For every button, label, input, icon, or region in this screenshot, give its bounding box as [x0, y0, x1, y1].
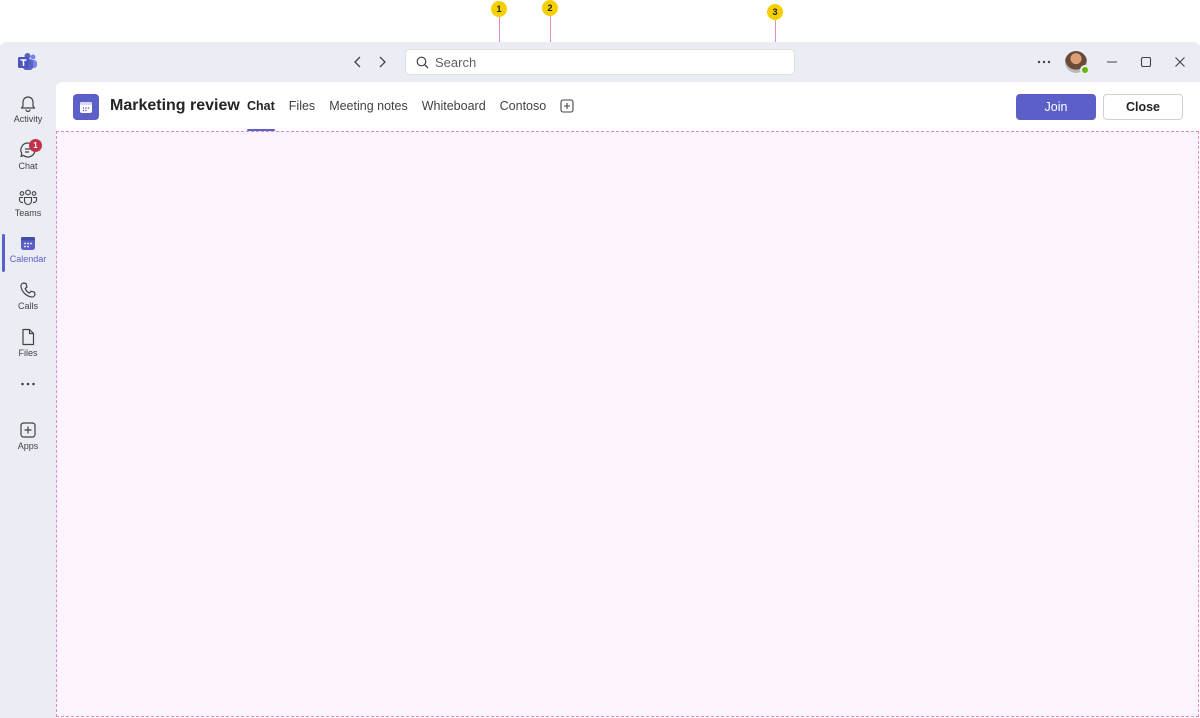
main-pane: Marketing review Chat Files Meeting note… — [56, 82, 1200, 718]
file-icon — [22, 328, 35, 346]
nav-arrows — [348, 52, 392, 72]
rail-label: Teams — [14, 208, 42, 218]
tab-chat[interactable]: Chat — [247, 82, 275, 131]
meeting-header: Marketing review Chat Files Meeting note… — [56, 82, 1200, 131]
rail-label: Chat — [18, 161, 38, 171]
chevron-right-icon — [379, 56, 386, 68]
back-button[interactable] — [348, 52, 368, 72]
teams-icon — [18, 189, 38, 206]
join-button[interactable]: Join — [1016, 94, 1096, 120]
more-horizontal-icon — [1037, 60, 1051, 64]
meeting-icon — [73, 94, 99, 120]
calendar-icon — [80, 102, 92, 113]
calendar-icon — [21, 237, 35, 250]
rail-item-calls[interactable]: Calls — [0, 277, 56, 323]
tab-whiteboard[interactable]: Whiteboard — [422, 82, 486, 130]
close-window-button[interactable] — [1163, 42, 1197, 82]
minimize-button[interactable] — [1095, 42, 1129, 82]
chevron-left-icon — [354, 56, 361, 68]
close-button[interactable]: Close — [1103, 94, 1183, 120]
rail-label: Calendar — [9, 254, 47, 264]
rail-item-files[interactable]: Files — [0, 324, 56, 370]
minimize-icon — [1107, 61, 1117, 63]
callout-badge-1: 1 — [491, 1, 507, 17]
rail-label: Activity — [13, 114, 43, 124]
add-apps-icon — [20, 422, 36, 438]
search-input[interactable] — [435, 54, 775, 70]
maximize-icon — [1140, 56, 1152, 68]
unread-badge: 1 — [29, 139, 42, 152]
meeting-title: Marketing review — [110, 97, 240, 114]
more-horizontal-icon — [21, 382, 35, 386]
tab-meeting-notes[interactable]: Meeting notes — [329, 82, 408, 130]
close-icon — [1175, 57, 1185, 67]
user-avatar[interactable] — [1065, 51, 1090, 75]
title-bar — [0, 42, 1200, 82]
rail-label: Apps — [17, 441, 39, 451]
rail-item-apps[interactable]: Apps — [0, 417, 56, 463]
maximize-button[interactable] — [1129, 42, 1163, 82]
callout-badge-2: 2 — [542, 0, 558, 16]
forward-button[interactable] — [372, 52, 392, 72]
rail-item-activity[interactable]: Activity — [0, 90, 56, 136]
callout-badge-3: 3 — [767, 4, 783, 20]
app-rail: Activity 1 Chat Teams Calendar Calls Fil… — [0, 82, 56, 718]
tab-files[interactable]: Files — [289, 82, 315, 130]
rail-item-calendar[interactable]: Calendar — [0, 230, 56, 276]
search-box[interactable] — [405, 49, 795, 75]
rail-label: Files — [18, 348, 38, 358]
callout-area: 1 2 3 — [0, 0, 1200, 131]
teams-logo-icon — [18, 53, 37, 70]
tab-content-area[interactable] — [56, 131, 1199, 717]
phone-icon — [20, 282, 36, 298]
add-tab-icon[interactable] — [560, 99, 574, 113]
bell-icon — [20, 96, 36, 112]
rail-item-chat[interactable]: 1 Chat — [0, 137, 56, 183]
rail-label: Calls — [17, 301, 38, 311]
teams-window: Activity 1 Chat Teams — [0, 42, 1200, 718]
search-icon — [416, 56, 429, 68]
meeting-tabs: Chat Files Meeting notes Whiteboard Cont… — [247, 82, 574, 131]
rail-item-teams[interactable]: Teams — [0, 184, 56, 230]
tab-contoso[interactable]: Contoso — [500, 82, 547, 130]
more-options-button[interactable] — [1027, 42, 1061, 82]
presence-available-icon — [1080, 65, 1090, 75]
rail-more-apps-button[interactable] — [0, 377, 56, 407]
title-bar-controls — [1027, 42, 1200, 82]
